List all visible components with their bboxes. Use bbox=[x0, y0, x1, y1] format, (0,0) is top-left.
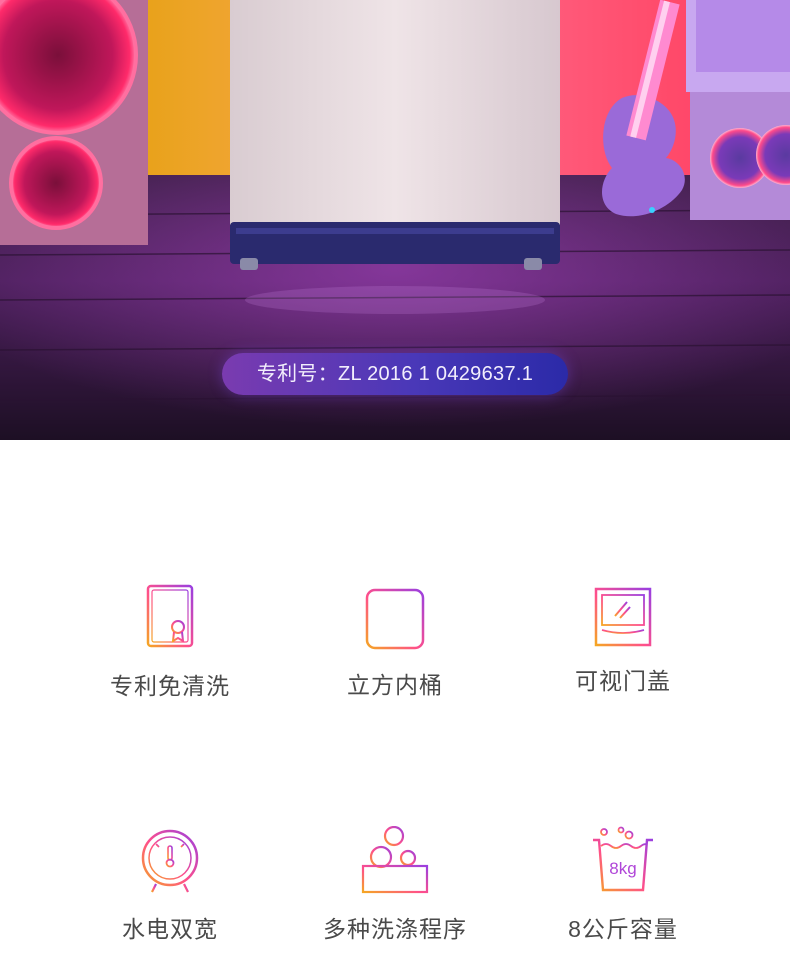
cube-drum-icon bbox=[365, 588, 425, 650]
feature-item-capacity: 8kg 8公斤容量 bbox=[503, 826, 743, 944]
feature-item-water-power: 水电双宽 bbox=[50, 826, 290, 944]
feature-label: 可视门盖 bbox=[575, 668, 671, 694]
feature-item-cube-drum: 立方内桶 bbox=[275, 586, 515, 700]
feature-label: 专利免清洗 bbox=[110, 673, 230, 699]
bubbles-icon bbox=[361, 826, 429, 894]
feature-label: 立方内桶 bbox=[347, 672, 443, 698]
feature-label: 多种洗涤程序 bbox=[323, 916, 467, 942]
certificate-icon bbox=[146, 584, 194, 648]
feature-item-patent-clean: 专利免清洗 bbox=[50, 583, 290, 701]
glass-lid-icon bbox=[594, 587, 652, 647]
feature-item-visible-lid: 可视门盖 bbox=[503, 586, 743, 696]
capacity-badge: 8kg bbox=[609, 859, 636, 878]
feature-grid: 专利免清洗 立方内桶 可视门盖 水电双宽 多种洗涤程序 8kg 8公斤容量 bbox=[0, 440, 790, 960]
feature-item-wash-programs: 多种洗涤程序 bbox=[275, 826, 515, 944]
gauge-icon bbox=[141, 829, 199, 894]
feature-label: 8公斤容量 bbox=[568, 916, 678, 942]
feature-label: 水电双宽 bbox=[122, 916, 218, 942]
capacity-tub-icon: 8kg bbox=[593, 826, 653, 892]
patent-number-badge: 专利号：ZL 2016 1 0429637.1 bbox=[222, 353, 568, 395]
hero-banner: 专利号：ZL 2016 1 0429637.1 bbox=[0, 0, 790, 440]
